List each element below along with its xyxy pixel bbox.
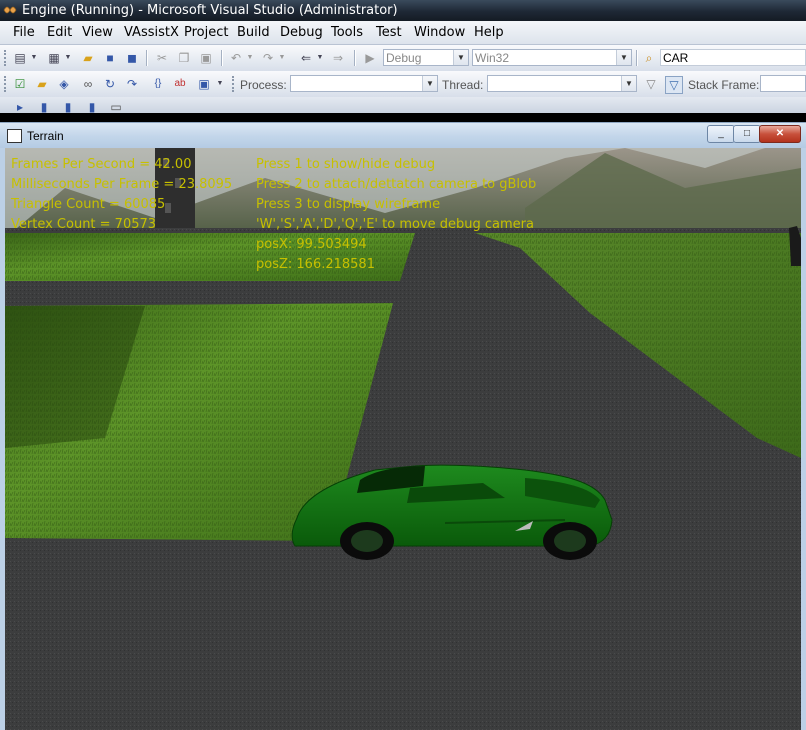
- binoculars-icon[interactable]: ∞: [80, 76, 96, 92]
- menu-debug[interactable]: Debug: [280, 25, 323, 40]
- menu-test[interactable]: Test: [376, 25, 402, 40]
- hud-fps: Frames Per Second = 42.00: [11, 157, 192, 172]
- undo-icon[interactable]: ↶: [228, 50, 244, 66]
- hud-ms-per-frame: Milliseconds Per Frame = 23.8095: [11, 177, 233, 192]
- application-window-icon: [7, 129, 22, 143]
- chevron-down-icon[interactable]: ▼: [453, 50, 468, 65]
- chevron-down-icon[interactable]: ▼: [621, 76, 636, 91]
- hud-pos-x: posX: 99.503494: [256, 237, 367, 252]
- save-icon[interactable]: ■: [102, 50, 118, 66]
- menu-build[interactable]: Build: [237, 25, 270, 40]
- checklist-icon[interactable]: ☑: [12, 76, 28, 92]
- step-out-icon[interactable]: ▮: [60, 99, 76, 113]
- stack-frame-combo[interactable]: [760, 75, 806, 92]
- cut-icon[interactable]: ✂: [154, 50, 170, 66]
- visual-studio-logo-icon: [3, 6, 17, 14]
- dropdown-arrow-icon[interactable]: ▼: [246, 50, 254, 66]
- terrain-scene: [5, 148, 801, 730]
- find-value: CAR: [663, 51, 689, 65]
- toolbar-separator: [146, 50, 148, 66]
- close-button[interactable]: ✕: [759, 125, 801, 143]
- menu-vassistx[interactable]: VAssistX: [124, 25, 179, 40]
- menu-bar: File Edit View VAssistX Project Build De…: [0, 21, 806, 45]
- stack-frame-label: Stack Frame:: [688, 78, 760, 92]
- find-combo[interactable]: CAR: [660, 49, 806, 66]
- step-over-icon[interactable]: ▮: [36, 99, 52, 113]
- toolbar-grip[interactable]: [4, 76, 9, 92]
- debug-toolbar-strip: ▸ ▮ ▮ ▮ ▭: [0, 97, 806, 113]
- hud-pos-z: posZ: 166.218581: [256, 257, 375, 272]
- flag-threads-icon[interactable]: ▽: [665, 76, 683, 94]
- find-in-files-icon[interactable]: ⌕: [641, 50, 657, 66]
- chevron-down-icon[interactable]: ▼: [422, 76, 437, 91]
- terrain-window-title: Terrain: [27, 129, 64, 143]
- hud-vertex-count: Vertex Count = 70573: [11, 217, 157, 232]
- toolbar-separator: [221, 50, 223, 66]
- solution-platform-value: Win32: [475, 51, 510, 65]
- start-debugging-icon[interactable]: ▶: [362, 50, 378, 66]
- menu-help[interactable]: Help: [474, 25, 504, 40]
- menu-project[interactable]: Project: [184, 25, 228, 40]
- navigate-forward-icon[interactable]: ⇒: [330, 50, 346, 66]
- maximize-button[interactable]: □: [733, 125, 761, 143]
- dropdown-arrow-icon[interactable]: ▼: [64, 50, 72, 66]
- hud-help-wireframe: Press 3 to display wireframe: [256, 197, 441, 212]
- terrain-viewport[interactable]: [5, 148, 801, 730]
- window-tab-icon[interactable]: ▭: [108, 99, 124, 113]
- add-item-icon[interactable]: ▦: [46, 50, 62, 66]
- open-file-icon[interactable]: ▰: [80, 50, 96, 66]
- dropdown-arrow-icon[interactable]: ▼: [30, 50, 38, 66]
- solution-configuration-value: Debug: [386, 51, 422, 65]
- debug-location-toolbar: ☑ ▰ ◈ ∞ ↻ ↷ {} ab ▣ ▼ Process: ▼ Thread:…: [0, 71, 806, 98]
- goto-icon[interactable]: ↷: [124, 76, 140, 92]
- step-icon[interactable]: ▸: [12, 99, 28, 113]
- menu-file[interactable]: File: [13, 25, 35, 40]
- dropdown-arrow-icon[interactable]: ▼: [316, 50, 324, 66]
- filter-icon[interactable]: ▽: [643, 76, 659, 92]
- toolbar-grip[interactable]: [232, 76, 237, 92]
- toolbar-separator: [636, 50, 638, 66]
- hud-help-camera: Press 2 to attach/dettatch camera to gBl…: [256, 177, 537, 192]
- spell-check-icon[interactable]: ab: [172, 76, 188, 92]
- menu-window[interactable]: Window: [414, 25, 465, 40]
- hud-triangle-count: Triangle Count = 60085: [11, 197, 166, 212]
- toolbar-grip[interactable]: [4, 50, 9, 66]
- dropdown-arrow-icon[interactable]: ▼: [278, 50, 286, 66]
- redo-icon[interactable]: ↷: [260, 50, 276, 66]
- process-combo[interactable]: ▼: [290, 75, 438, 92]
- copy-icon[interactable]: ❐: [176, 50, 192, 66]
- process-label: Process:: [240, 78, 287, 92]
- thread-combo[interactable]: ▼: [487, 75, 637, 92]
- solution-configuration-combo[interactable]: Debug ▼: [383, 49, 469, 66]
- window-title: Engine (Running) - Microsoft Visual Stud…: [22, 3, 398, 18]
- minimize-button[interactable]: _: [707, 125, 735, 143]
- braces-icon[interactable]: {}: [150, 76, 166, 92]
- chevron-down-icon[interactable]: ▼: [616, 50, 631, 65]
- toolbar-options-icon[interactable]: ▼: [216, 76, 224, 92]
- menu-view[interactable]: View: [82, 25, 113, 40]
- refresh-icon[interactable]: ↻: [102, 76, 118, 92]
- paste-icon[interactable]: ▣: [198, 50, 214, 66]
- thread-label: Thread:: [442, 78, 484, 92]
- hud-help-movement: 'W','S','A','D','Q','E' to move debug ca…: [256, 217, 534, 232]
- navigate-backward-icon[interactable]: ⇐: [298, 50, 314, 66]
- hud-help-debug: Press 1 to show/hide debug: [256, 157, 436, 172]
- new-project-icon[interactable]: ▤: [12, 50, 28, 66]
- save-all-icon[interactable]: ◼: [124, 50, 140, 66]
- class-view-icon[interactable]: ◈: [56, 76, 72, 92]
- open-folder-icon[interactable]: ▰: [34, 76, 50, 92]
- breakpoint-icon[interactable]: ▮: [84, 99, 100, 113]
- window-border-right: [801, 148, 806, 730]
- menu-edit[interactable]: Edit: [47, 25, 72, 40]
- solution-platform-combo[interactable]: Win32 ▼: [472, 49, 632, 66]
- standard-toolbar: ▤ ▼ ▦ ▼ ▰ ■ ◼ ✂ ❐ ▣ ↶ ▼ ↷ ▼ ⇐ ▼ ⇒ ▶ Debu…: [0, 45, 806, 72]
- menu-tools[interactable]: Tools: [331, 25, 363, 40]
- toolbar-separator: [354, 50, 356, 66]
- terrain-window-titlebar: Terrain _ □ ✕: [0, 122, 806, 149]
- paste-icon[interactable]: ▣: [196, 76, 212, 92]
- vs-title-bar: Engine (Running) - Microsoft Visual Stud…: [0, 0, 806, 21]
